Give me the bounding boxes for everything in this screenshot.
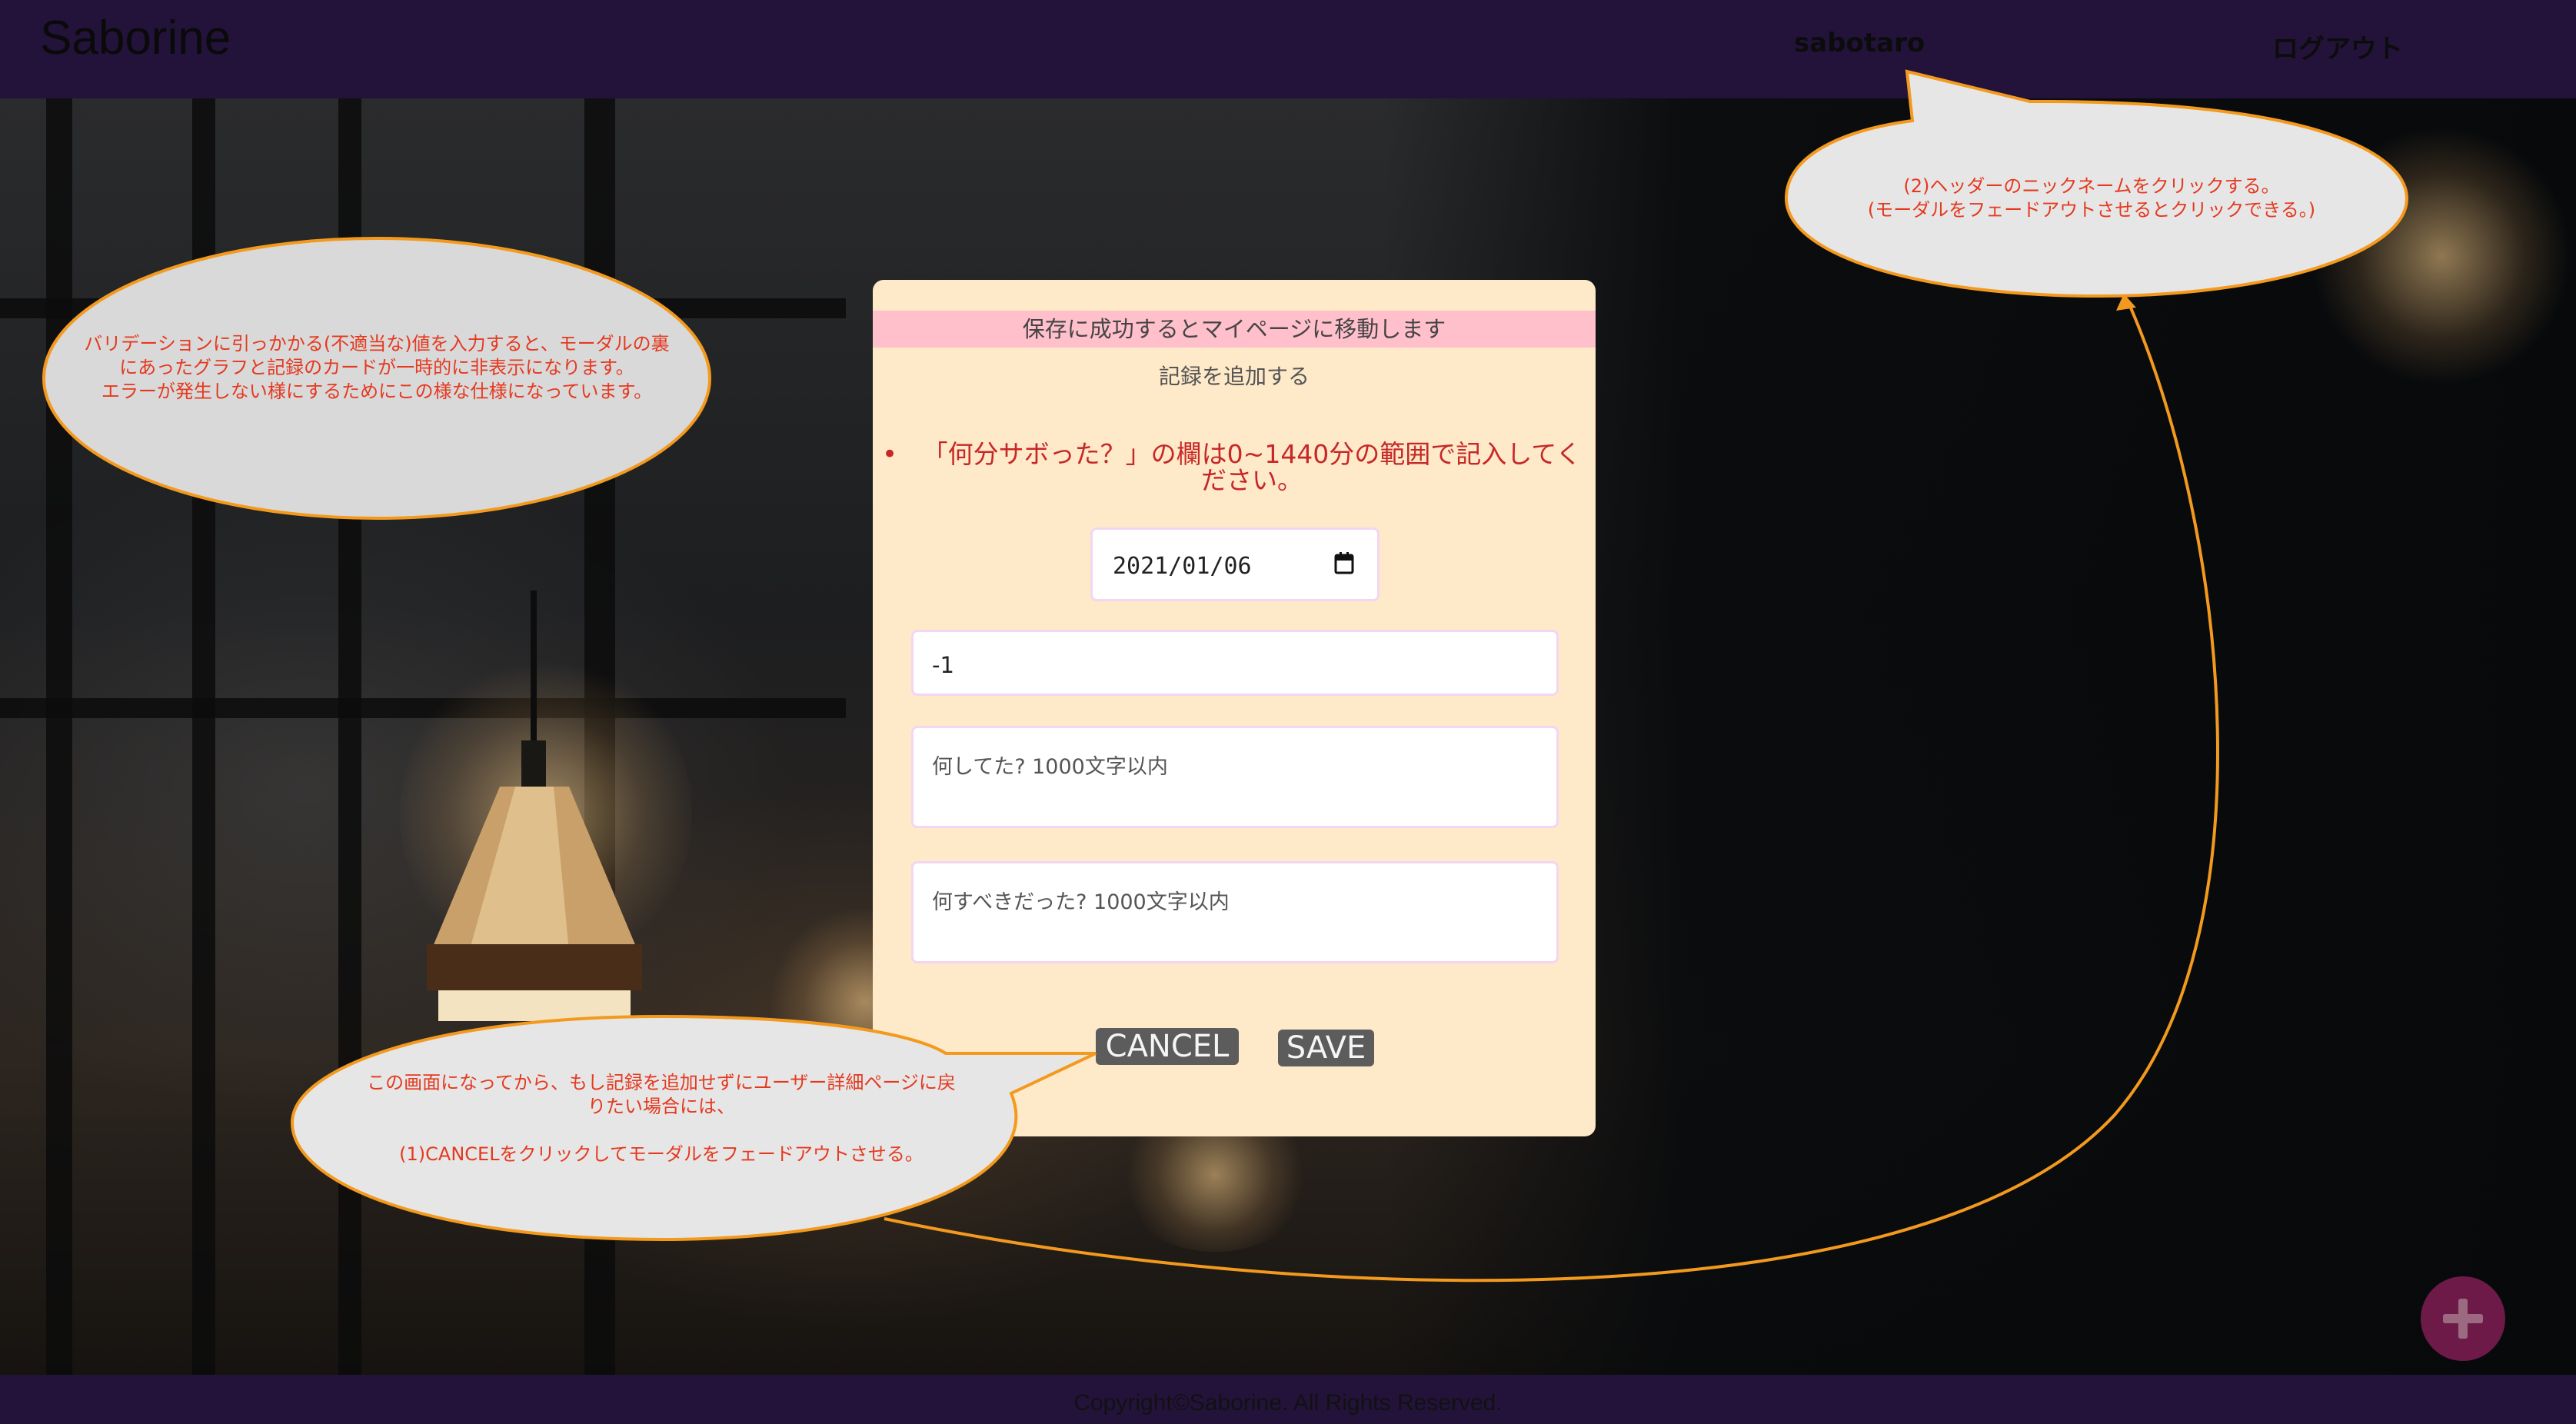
header-note: (2)ヘッダーのニックネームをクリックする。 (モーダルをフェードアウトさせると…	[1867, 175, 2316, 221]
cancel-note: この画面になってから、もし記録を追加せずにユーザー詳細ページに戻 りたい場合には…	[367, 1072, 956, 1165]
validation-note: バリデーションに引っかかる(不適当な)値を入力すると、モーダルの裏 にあったグラ…	[84, 333, 670, 402]
flow-arrow	[884, 305, 2219, 1283]
